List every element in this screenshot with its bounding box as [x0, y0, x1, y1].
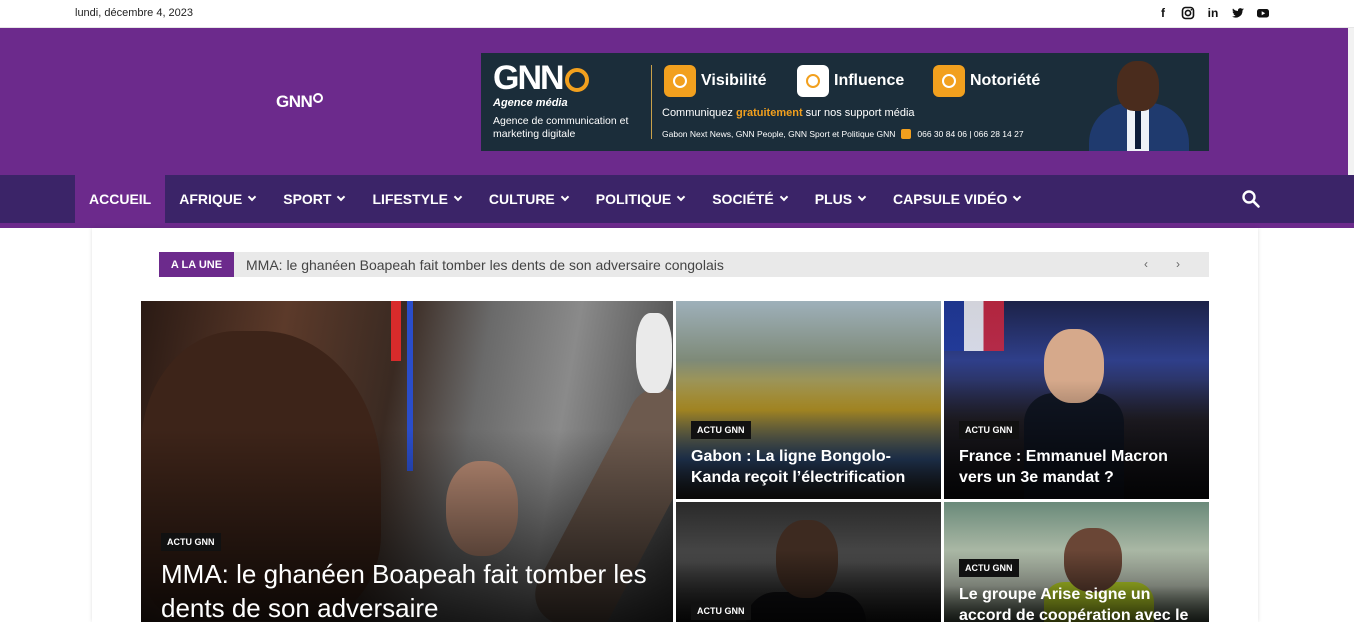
article-category[interactable]: ACTU GNN	[959, 559, 1019, 577]
article-card[interactable]: ACTU GNN Le groupe Arise signe un accord…	[944, 502, 1209, 622]
banner-logo: GNN	[493, 61, 589, 95]
banner-logo-text: GNN	[493, 59, 565, 97]
social-links: f in	[1156, 6, 1270, 20]
article-card[interactable]: ACTU GNN	[676, 502, 941, 622]
logo-ring-icon	[313, 93, 324, 103]
nav-item-politique[interactable]: POLITIQUE	[582, 175, 698, 223]
ticker-headline[interactable]: MMA: le ghanéen Boapeah fait tomber les …	[246, 257, 724, 273]
ad-banner[interactable]: GNN Agence média Agence de communication…	[481, 53, 1209, 151]
banner-pillar-label: Influence	[834, 72, 905, 89]
banner-person-photo	[1083, 57, 1195, 151]
banner-footer: Gabon Next News, GNN People, GNN Sport e…	[662, 129, 1024, 139]
nav-item-label: CULTURE	[488, 191, 555, 207]
banner-description: Agence de communication et marketing dig…	[493, 115, 629, 140]
chevron-down-icon	[1013, 192, 1022, 202]
nav-item-plus[interactable]: PLUS	[801, 175, 879, 223]
article-title[interactable]: MMA: le ghanéen Boapeah fait tomber les …	[161, 557, 661, 622]
nav-item-label: SPORT	[283, 191, 332, 207]
banner-pillar-label: Notoriété	[970, 72, 1041, 89]
banner-tagline-prefix: Communiquez	[662, 107, 736, 119]
nav-item-label: SOCIÉTÉ	[712, 191, 774, 207]
chevron-down-icon	[560, 192, 570, 202]
lightbulb-icon	[664, 65, 696, 97]
linkedin-icon[interactable]: in	[1206, 6, 1220, 20]
site-header: GNN GNN Agence média Agence de communica…	[0, 28, 1354, 175]
phone-icon	[901, 129, 912, 139]
article-card[interactable]: ACTU GNN Gabon : La ligne Bongolo-Kanda …	[676, 301, 941, 499]
banner-tagline-highlight: gratuitement	[735, 107, 803, 119]
article-category[interactable]: ACTU GNN	[959, 421, 1019, 439]
banner-pillar-influence: Influence	[797, 65, 904, 97]
article-category[interactable]: ACTU GNN	[691, 421, 751, 439]
banner-divider	[651, 65, 652, 139]
nav-item-label: ACCUEIL	[89, 191, 152, 207]
chevron-down-icon	[453, 192, 463, 202]
nav-item-label: POLITIQUE	[595, 191, 672, 207]
youtube-icon[interactable]	[1256, 6, 1270, 20]
nav-item-lifestyle[interactable]: LIFESTYLE	[358, 175, 474, 223]
nav-item-sport[interactable]: SPORT	[269, 175, 358, 223]
banner-footer-phones: 066 30 84 06 | 066 28 14 27	[917, 129, 1024, 139]
ticker-next-button[interactable]: ›	[1166, 256, 1190, 273]
banner-tagline-suffix: sur nos support média	[802, 107, 915, 119]
banner-pillar-notoriety: Notoriété	[933, 65, 1040, 97]
featured-article[interactable]: ACTU GNN MMA: le ghanéen Boapeah fait to…	[141, 301, 673, 622]
nav-item-capsule-video[interactable]: CAPSULE VIDÉO	[879, 175, 1034, 223]
article-card[interactable]: ACTU GNN France : Emmanuel Macron vers u…	[944, 301, 1209, 499]
banner-logo-mark-icon	[564, 68, 589, 93]
nav-item-societe[interactable]: SOCIÉTÉ	[698, 175, 800, 223]
site-logo[interactable]: GNN	[276, 92, 324, 112]
nav-item-accueil[interactable]: ACCUEIL	[75, 175, 166, 223]
main-nav: ACCUEIL AFRIQUE SPORT LIFESTYLE CULTURE …	[0, 175, 1354, 223]
facebook-icon[interactable]: f	[1156, 6, 1170, 20]
chevron-down-icon	[247, 192, 257, 202]
ticker-prev-button[interactable]: ‹	[1134, 256, 1158, 273]
megaphone-icon	[933, 65, 965, 97]
search-icon[interactable]	[1241, 189, 1261, 209]
nav-item-label: PLUS	[814, 191, 853, 207]
chevron-down-icon	[779, 192, 788, 202]
nav-item-label: AFRIQUE	[179, 191, 243, 207]
article-category[interactable]: ACTU GNN	[691, 602, 751, 620]
top-bar: lundi, décembre 4, 2023 f in	[0, 0, 1354, 28]
banner-footer-sites: Gabon Next News, GNN People, GNN Sport e…	[662, 129, 896, 139]
breaking-news-ticker: A LA UNE MMA: le ghanéen Boapeah fait to…	[159, 252, 1209, 277]
nav-item-label: CAPSULE VIDÉO	[893, 191, 1008, 207]
article-title[interactable]: France : Emmanuel Macron vers un 3e mand…	[959, 446, 1199, 488]
current-date: lundi, décembre 4, 2023	[75, 7, 194, 19]
site-logo-text: GNN	[276, 92, 313, 111]
article-title[interactable]: Le groupe Arise signe un accord de coopé…	[959, 584, 1204, 622]
banner-pillar-label: Visibilité	[701, 72, 767, 89]
twitter-icon[interactable]	[1231, 6, 1245, 20]
ticker-tag: A LA UNE	[159, 252, 234, 277]
network-icon	[797, 65, 829, 97]
banner-subtitle: Agence média	[493, 97, 568, 109]
banner-tagline: Communiquez gratuitement sur nos support…	[662, 107, 915, 119]
nav-item-culture[interactable]: CULTURE	[475, 175, 582, 223]
banner-pillar-visibility: Visibilité	[664, 65, 767, 97]
article-title[interactable]: Gabon : La ligne Bongolo-Kanda reçoit l’…	[691, 446, 931, 488]
instagram-icon[interactable]	[1181, 6, 1195, 20]
article-category[interactable]: ACTU GNN	[161, 533, 221, 551]
nav-item-label: LIFESTYLE	[372, 191, 448, 207]
chevron-down-icon	[857, 192, 867, 202]
chevron-down-icon	[337, 192, 346, 202]
nav-item-afrique[interactable]: AFRIQUE	[165, 175, 269, 223]
chevron-down-icon	[676, 192, 686, 202]
